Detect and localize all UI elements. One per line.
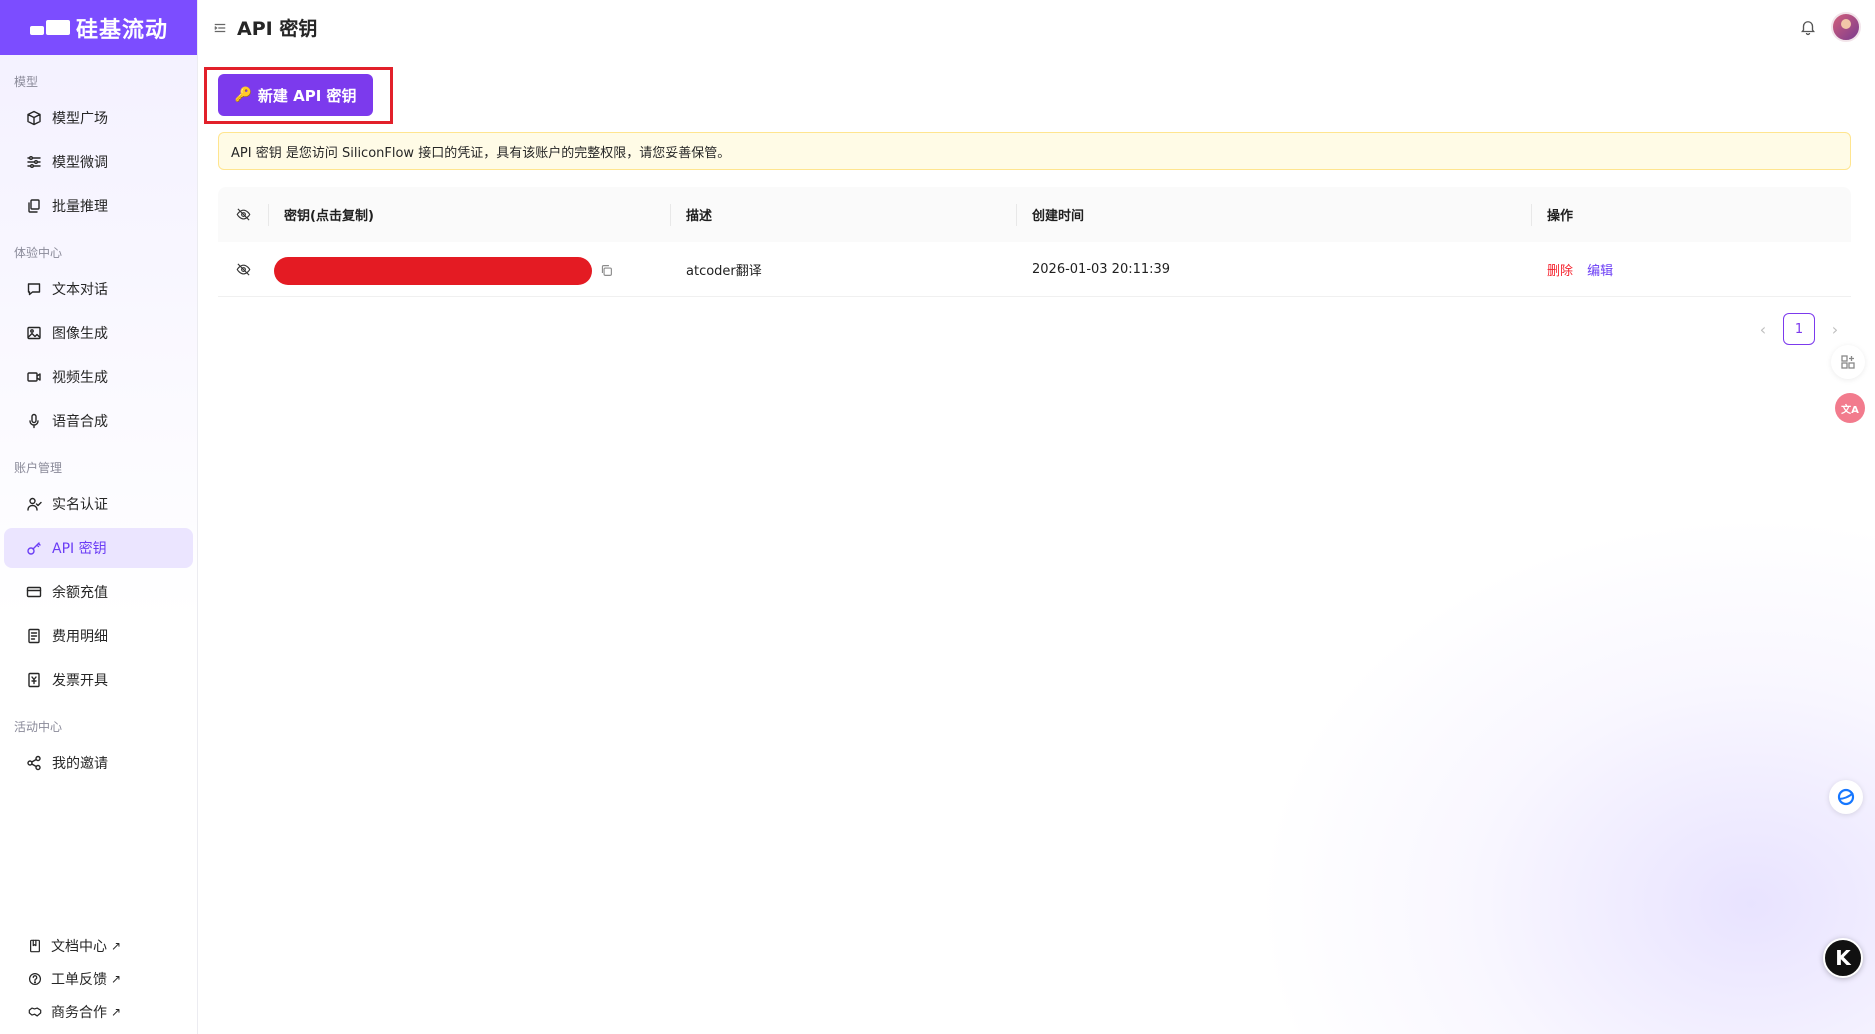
sidebar-item-label: 视频生成 xyxy=(52,370,108,386)
next-page-icon[interactable]: › xyxy=(1819,313,1851,345)
redacted-key[interactable] xyxy=(274,257,592,285)
sidebar-item-label: 余额充值 xyxy=(52,585,108,601)
brand-logo[interactable]: 硅基流动 xyxy=(0,0,197,55)
background-glow xyxy=(1255,514,1875,1034)
column-header-created: 创建时间 xyxy=(1016,203,1531,226)
chat-icon xyxy=(26,281,42,297)
eye-off-icon xyxy=(236,262,250,276)
copy-icon[interactable] xyxy=(600,264,613,277)
sidebar-item-label: 模型微调 xyxy=(52,155,108,171)
sidebar-item-label: 模型广场 xyxy=(52,111,108,127)
notice-text: API 密钥 是您访问 SiliconFlow 接口的凭证，具有该账户的完整权限… xyxy=(231,145,731,161)
sliders-icon xyxy=(26,154,42,170)
nav-section-title: 活动中心 xyxy=(14,720,63,734)
receipt-icon xyxy=(26,628,42,644)
handshake-icon xyxy=(28,1005,42,1019)
sidebar: 硅基流动 模型模型广场模型微调批量推理体验中心文本对话图像生成视频生成语音合成账… xyxy=(0,0,198,1034)
avatar[interactable] xyxy=(1831,12,1861,42)
sidebar-item[interactable]: API 密钥 xyxy=(4,528,193,568)
prev-page-icon[interactable]: ‹ xyxy=(1747,313,1779,345)
header-visibility-toggle[interactable] xyxy=(218,207,268,222)
key-icon xyxy=(26,540,42,556)
mic-icon xyxy=(26,413,42,429)
sidebar-item[interactable]: 批量推理 xyxy=(4,186,193,226)
delete-link[interactable]: 删除 xyxy=(1547,264,1573,279)
column-header-actions: 操作 xyxy=(1531,203,1851,226)
sidebar-item-label: 文本对话 xyxy=(52,282,108,298)
sidebar-item[interactable]: 模型微调 xyxy=(4,142,193,182)
top-header: API 密钥 xyxy=(199,0,1875,55)
column-header-description: 描述 xyxy=(670,203,1016,226)
sidebar-item-label: API 密钥 xyxy=(52,541,107,557)
description-cell: atcoder翻译 xyxy=(686,263,762,279)
header-actions xyxy=(1799,12,1861,42)
qr-widget-icon[interactable] xyxy=(1831,345,1865,379)
sidebar-item[interactable]: 实名认证 xyxy=(4,484,193,524)
eye-off-icon xyxy=(236,208,250,221)
sidebar-item-label: 我的邀请 xyxy=(52,756,108,772)
translate-icon[interactable]: 文A xyxy=(1835,393,1865,423)
logo-mark-icon xyxy=(30,20,70,35)
external-link-icon: ↗ xyxy=(111,938,122,953)
footer-link-label: 工单反馈 xyxy=(51,971,107,988)
sidebar-item[interactable]: 图像生成 xyxy=(4,313,193,353)
sidebar-item-label: 图像生成 xyxy=(52,326,108,342)
notice-banner: API 密钥 是您访问 SiliconFlow 接口的凭证，具有该账户的完整权限… xyxy=(218,132,1851,170)
page-number-current[interactable]: 1 xyxy=(1783,313,1815,345)
sidebar-item[interactable]: 发票开具 xyxy=(4,660,193,700)
cube-icon xyxy=(26,110,42,126)
edit-link[interactable]: 编辑 xyxy=(1587,264,1613,279)
nav-section-title: 账户管理 xyxy=(14,461,63,475)
share-icon xyxy=(26,755,42,771)
card-icon xyxy=(26,584,42,600)
sidebar-item[interactable]: 我的邀请 xyxy=(4,743,193,783)
sidebar-item-label: 语音合成 xyxy=(52,414,108,430)
nav-section-title: 体验中心 xyxy=(14,246,63,260)
new-api-key-button[interactable]: 🔑 新建 API 密钥 xyxy=(218,74,373,116)
video-icon xyxy=(26,369,42,385)
footer-link-label: 商务合作 xyxy=(51,1004,107,1021)
actions-cell: 删除 编辑 xyxy=(1531,260,1851,279)
k-extension-icon[interactable]: K xyxy=(1823,938,1863,978)
bell-icon[interactable] xyxy=(1799,18,1817,36)
invoice-icon xyxy=(26,672,42,688)
footer-link[interactable]: 工单反馈 ↗ xyxy=(0,962,198,995)
assistant-ring-icon[interactable] xyxy=(1829,780,1863,814)
table-row: atcoder翻译 2026-01-03 20:11:39 删除 编辑 xyxy=(218,242,1851,297)
created-time-cell: 2026-01-03 20:11:39 xyxy=(1032,261,1171,277)
footer-link-label: 文档中心 xyxy=(51,938,107,955)
page-title: API 密钥 xyxy=(237,18,318,40)
sidebar-item-label: 实名认证 xyxy=(52,497,108,513)
sidebar-item[interactable]: 费用明细 xyxy=(4,616,193,656)
external-link-icon: ↗ xyxy=(111,1004,122,1019)
api-key-table: 密钥(点击复制) 描述 创建时间 操作 atcoder翻译 2026-01-03… xyxy=(218,187,1851,297)
column-header-key: 密钥(点击复制) xyxy=(268,203,670,226)
user-check-icon xyxy=(26,496,42,512)
help-icon xyxy=(28,972,42,986)
footer-link[interactable]: 商务合作 ↗ xyxy=(0,995,198,1028)
sidebar-item[interactable]: 语音合成 xyxy=(4,401,193,441)
sidebar-nav: 模型模型广场模型微调批量推理体验中心文本对话图像生成视频生成语音合成账户管理实名… xyxy=(0,73,197,783)
table-header: 密钥(点击复制) 描述 创建时间 操作 xyxy=(218,187,1851,242)
key-icon: 🔑 xyxy=(234,87,252,103)
sidebar-item-label: 发票开具 xyxy=(52,673,108,689)
sidebar-item[interactable]: 余额充值 xyxy=(4,572,193,612)
pagination: ‹ 1 › xyxy=(1747,313,1851,345)
sidebar-item[interactable]: 视频生成 xyxy=(4,357,193,397)
sidebar-item-label: 批量推理 xyxy=(52,199,108,215)
nav-section-title: 模型 xyxy=(14,75,39,89)
sidebar-item[interactable]: 文本对话 xyxy=(4,269,193,309)
sidebar-item-label: 费用明细 xyxy=(52,629,108,645)
row-visibility-toggle[interactable] xyxy=(218,262,268,277)
sidebar-footer-links: 文档中心 ↗ 工单反馈 ↗ 商务合作 ↗ xyxy=(0,929,198,1028)
layers-icon xyxy=(26,198,42,214)
brand-name: 硅基流动 xyxy=(76,17,169,43)
book-icon xyxy=(28,939,42,953)
external-link-icon: ↗ xyxy=(111,971,122,986)
footer-link[interactable]: 文档中心 ↗ xyxy=(0,929,198,962)
image-icon xyxy=(26,325,42,341)
menu-collapse-icon[interactable] xyxy=(213,21,227,35)
sidebar-item[interactable]: 模型广场 xyxy=(4,98,193,138)
